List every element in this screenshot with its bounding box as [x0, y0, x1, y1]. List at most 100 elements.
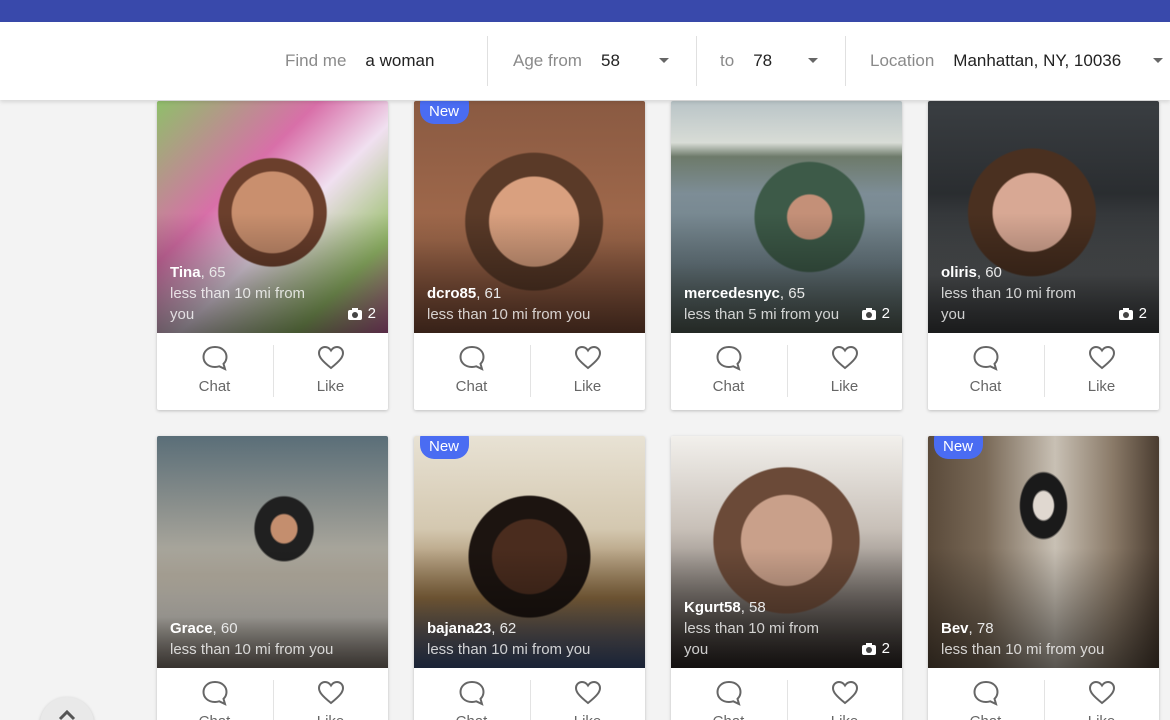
like-button[interactable]: Like: [787, 668, 902, 720]
profile-card[interactable]: mercedesnyc, 65 less than 5 mi from you …: [671, 101, 902, 410]
scroll-to-top-button[interactable]: [40, 697, 94, 720]
profile-age: 62: [499, 620, 517, 637]
like-label: Like: [573, 378, 602, 395]
chat-icon: [458, 345, 485, 371]
profile-photo[interactable]: mercedesnyc, 65 less than 5 mi from you …: [671, 101, 902, 333]
chat-label: Chat: [712, 378, 745, 395]
find-me-value[interactable]: a woman: [365, 51, 434, 71]
profile-info: Kgurt58, 58 less than 10 mi from you: [684, 599, 820, 658]
chat-button[interactable]: Chat: [414, 668, 529, 720]
age-to-value[interactable]: 78: [753, 51, 772, 71]
profile-name: Tina: [170, 264, 201, 281]
profile-age: 65: [208, 264, 226, 281]
heart-icon: [317, 680, 344, 705]
profile-photo[interactable]: oliris, 60 less than 10 mi from you 2: [928, 101, 1159, 333]
like-label: Like: [1087, 378, 1116, 395]
photo-count: 2: [861, 640, 890, 657]
profile-card[interactable]: Kgurt58, 58 less than 10 mi from you 2 C…: [671, 436, 902, 720]
profile-photo[interactable]: dcro85, 61 less than 10 mi from you: [414, 101, 645, 333]
profile-photo[interactable]: Tina, 65 less than 10 mi from you 2: [157, 101, 388, 333]
profile-card[interactable]: Tina, 65 less than 10 mi from you 2 Chat…: [157, 101, 388, 410]
profile-distance: less than 10 mi from you: [941, 641, 1105, 658]
new-badge: New: [934, 436, 984, 459]
profile-age: 58: [749, 599, 766, 616]
age-from-dropdown-icon[interactable]: [659, 58, 669, 63]
chat-label: Chat: [713, 713, 745, 720]
age-to-dropdown-icon[interactable]: [808, 58, 818, 63]
card-actions: Chat Like: [671, 668, 902, 720]
like-button[interactable]: Like: [787, 333, 902, 410]
chat-button[interactable]: Chat: [157, 668, 272, 720]
camera-icon: [861, 642, 876, 655]
chat-icon: [201, 345, 228, 371]
location-value[interactable]: Manhattan, NY, 10036: [953, 51, 1121, 71]
like-label: Like: [317, 713, 345, 720]
profile-card[interactable]: dcro85, 61 less than 10 mi from you New …: [414, 101, 645, 410]
profile-photo[interactable]: Kgurt58, 58 less than 10 mi from you 2: [671, 436, 902, 668]
location-filter[interactable]: Location Manhattan, NY, 10036: [870, 22, 1121, 100]
profile-photo[interactable]: Grace, 60 less than 10 mi from you: [157, 436, 388, 668]
chevron-up-icon: [58, 709, 76, 720]
profile-distance: less than 10 mi from you: [427, 306, 591, 323]
profile-photo[interactable]: Bev, 78 less than 10 mi from you: [928, 436, 1159, 668]
like-button[interactable]: Like: [1044, 668, 1159, 720]
camera-icon: [347, 307, 362, 320]
age-from-label: Age from: [513, 51, 582, 70]
profile-card[interactable]: bajana23, 62 less than 10 mi from you Ne…: [414, 436, 645, 720]
card-actions: Chat Like: [157, 668, 388, 720]
camera-icon: [861, 307, 876, 320]
location-dropdown-icon[interactable]: [1153, 58, 1163, 63]
chat-button[interactable]: Chat: [928, 668, 1043, 720]
profile-age: 60: [220, 620, 238, 637]
profile-info: mercedesnyc, 65 less than 5 mi from you: [684, 285, 840, 323]
profile-distance: less than 10 mi from you: [941, 285, 1077, 323]
heart-icon: [317, 345, 344, 370]
profile-photo[interactable]: bajana23, 62 less than 10 mi from you: [414, 436, 645, 668]
heart-icon: [831, 345, 858, 370]
profile-name: Grace: [170, 620, 213, 637]
photo-count-value: 2: [1138, 305, 1147, 322]
age-to-filter[interactable]: to 78: [720, 22, 772, 100]
new-badge: New: [420, 436, 470, 459]
profile-card[interactable]: oliris, 60 less than 10 mi from you 2 Ch…: [928, 101, 1159, 410]
photo-count: 2: [1118, 305, 1147, 322]
card-actions: Chat Like: [157, 333, 388, 410]
heart-icon: [1088, 680, 1115, 705]
photo-count-value: 2: [881, 640, 890, 657]
chat-button[interactable]: Chat: [157, 333, 272, 410]
profile-distance: less than 10 mi from you: [170, 641, 334, 658]
photo-count-value: 2: [881, 305, 890, 322]
chat-icon: [715, 345, 742, 371]
like-button[interactable]: Like: [273, 668, 388, 720]
chat-button[interactable]: Chat: [414, 333, 529, 410]
chat-label: Chat: [198, 378, 231, 395]
age-from-value[interactable]: 58: [601, 51, 620, 71]
chat-icon: [972, 680, 999, 706]
profile-card[interactable]: Grace, 60 less than 10 mi from you Chat …: [157, 436, 388, 720]
photo-count: 2: [861, 305, 890, 322]
divider: [845, 36, 846, 86]
like-button[interactable]: Like: [1044, 333, 1159, 410]
profile-info: bajana23, 62 less than 10 mi from you: [427, 620, 591, 658]
card-actions: Chat Like: [414, 333, 645, 410]
chat-button[interactable]: Chat: [671, 333, 786, 410]
profile-name: Kgurt58: [684, 599, 741, 616]
like-label: Like: [574, 713, 602, 720]
chat-icon: [972, 345, 999, 371]
chat-button[interactable]: Chat: [928, 333, 1043, 410]
profile-card[interactable]: Bev, 78 less than 10 mi from you New Cha…: [928, 436, 1159, 720]
profile-name: mercedesnyc: [684, 285, 780, 302]
profile-name: Bev: [941, 620, 969, 637]
age-from-filter[interactable]: Age from 58: [513, 22, 620, 100]
chat-label: Chat: [455, 378, 488, 395]
chat-label: Chat: [456, 713, 488, 720]
profile-age: 78: [976, 620, 994, 637]
chat-button[interactable]: Chat: [671, 668, 786, 720]
like-button[interactable]: Like: [530, 668, 645, 720]
like-button[interactable]: Like: [530, 333, 645, 410]
find-me-filter[interactable]: Find me a woman: [285, 22, 434, 100]
chat-label: Chat: [199, 713, 231, 720]
profile-distance: less than 10 mi from you: [684, 620, 820, 658]
profile-distance: less than 10 mi from you: [427, 641, 591, 658]
like-button[interactable]: Like: [273, 333, 388, 410]
